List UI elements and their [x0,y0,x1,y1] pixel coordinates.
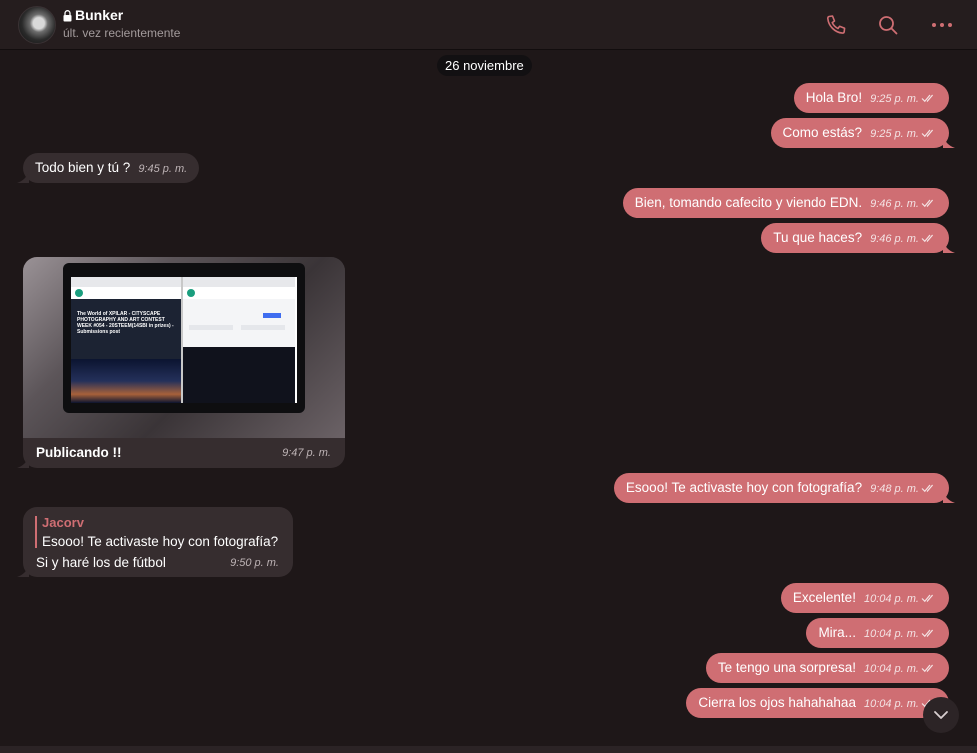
bubble-tail [943,136,955,148]
message-text: Bien, tomando cafecito y viendo EDN. [634,195,863,210]
bubble-tail [17,171,29,183]
outgoing-message[interactable]: Hola Bro! 9:25 p. m. [793,83,949,113]
bubble-tail [943,241,955,253]
laptop-in-photo: The World of XPILAR - CITYSCAPE PHOTOGRA… [63,263,305,413]
message-time: 9:25 p. m. [870,93,919,105]
bubble-tail [17,565,29,577]
message-text: Tu que haces? [773,230,863,245]
message-time: 10:04 p. m. [863,663,919,675]
outgoing-message[interactable]: Te tengo una sorpresa! 10:04 p. m. [705,653,949,683]
incoming-message[interactable]: Todo bien y tú ? 9:45 p. m. [17,153,200,183]
lock-icon [63,9,72,22]
date-separator: 26 noviembre [437,55,532,76]
double-check-icon [921,130,934,138]
message-time: 10:04 p. m. [863,593,919,605]
message-text: Hola Bro! [805,90,863,105]
scroll-to-bottom-button[interactable] [923,697,959,733]
incoming-photo-message[interactable]: The World of XPILAR - CITYSCAPE PHOTOGRA… [23,257,345,468]
message-time: 9:46 p. m. [870,198,919,210]
chat-header: Bunker últ. vez recientemente [0,0,977,50]
message-time: 10:04 p. m. [863,628,919,640]
reply-indicator [35,516,37,548]
message-time: 9:50 p. m. [230,557,279,569]
reply-author[interactable]: Jacorv [42,515,84,530]
double-check-icon [921,595,934,603]
message-time: 9:25 p. m. [870,128,919,140]
chat-status: últ. vez recientemente [63,26,181,40]
bubble-tail [17,456,29,468]
double-check-icon [921,95,934,103]
message-time: 9:45 p. m. [138,163,188,175]
chat-title: Bunker [75,7,124,23]
avatar[interactable] [18,6,56,44]
double-check-icon [921,665,934,673]
bubble-tail [943,491,955,503]
message-text: Mira... [818,625,856,640]
photo-caption: Publicando !! [36,445,122,460]
double-check-icon [921,630,934,638]
browser-pane-left: The World of XPILAR - CITYSCAPE PHOTOGRA… [71,277,183,403]
message-text: Excelente! [792,590,856,605]
outgoing-message[interactable]: Esooo! Te activaste hoy con fotografía? 9… [613,473,955,503]
message-photo[interactable]: The World of XPILAR - CITYSCAPE PHOTOGRA… [23,257,345,438]
outgoing-message[interactable]: Excelente! 10:04 p. m. [780,583,949,613]
outgoing-message[interactable]: Mira... 10:04 p. m. [806,618,949,648]
composer-edge [0,746,977,753]
outgoing-message[interactable]: Cierra los ojos hahahahaa 10:04 p. m. [686,688,949,718]
chat-title-area[interactable]: Bunker últ. vez recientemente [63,7,180,40]
message-text: Todo bien y tú ? [35,160,131,175]
incoming-reply-message[interactable]: Jacorv Esooo! Te activaste hoy con fotog… [23,507,293,577]
message-text: Como estás? [782,125,863,140]
outgoing-message[interactable]: Bien, tomando cafecito y viendo EDN. 9:46… [622,188,949,218]
photo-post-title: The World of XPILAR - CITYSCAPE PHOTOGRA… [77,311,174,335]
outgoing-message[interactable]: Tu que haces? 9:46 p. m. [761,223,955,253]
message-text: Te tengo una sorpresa! [717,660,856,675]
double-check-icon [921,485,934,493]
phone-icon[interactable] [824,13,848,37]
search-icon[interactable] [876,13,900,37]
chevron-down-icon [934,711,948,719]
message-time: 9:46 p. m. [870,233,919,245]
outgoing-message[interactable]: Como estás? 9:25 p. m. [770,118,955,148]
message-time: 10:04 p. m. [863,698,919,710]
double-check-icon [921,235,934,243]
message-time: 9:48 p. m. [870,483,919,495]
reply-quote[interactable]: Esooo! Te activaste hoy con fotografía? [42,534,278,549]
double-check-icon [921,200,934,208]
message-text: Esooo! Te activaste hoy con fotografía? [625,480,863,495]
browser-pane-right [183,277,295,403]
laptop-screen: The World of XPILAR - CITYSCAPE PHOTOGRA… [71,277,297,403]
message-text: Si y haré los de fútbol [36,555,166,570]
message-time: 9:47 p. m. [282,447,331,459]
more-icon[interactable] [930,13,954,37]
message-text: Cierra los ojos hahahahaa [698,695,856,710]
